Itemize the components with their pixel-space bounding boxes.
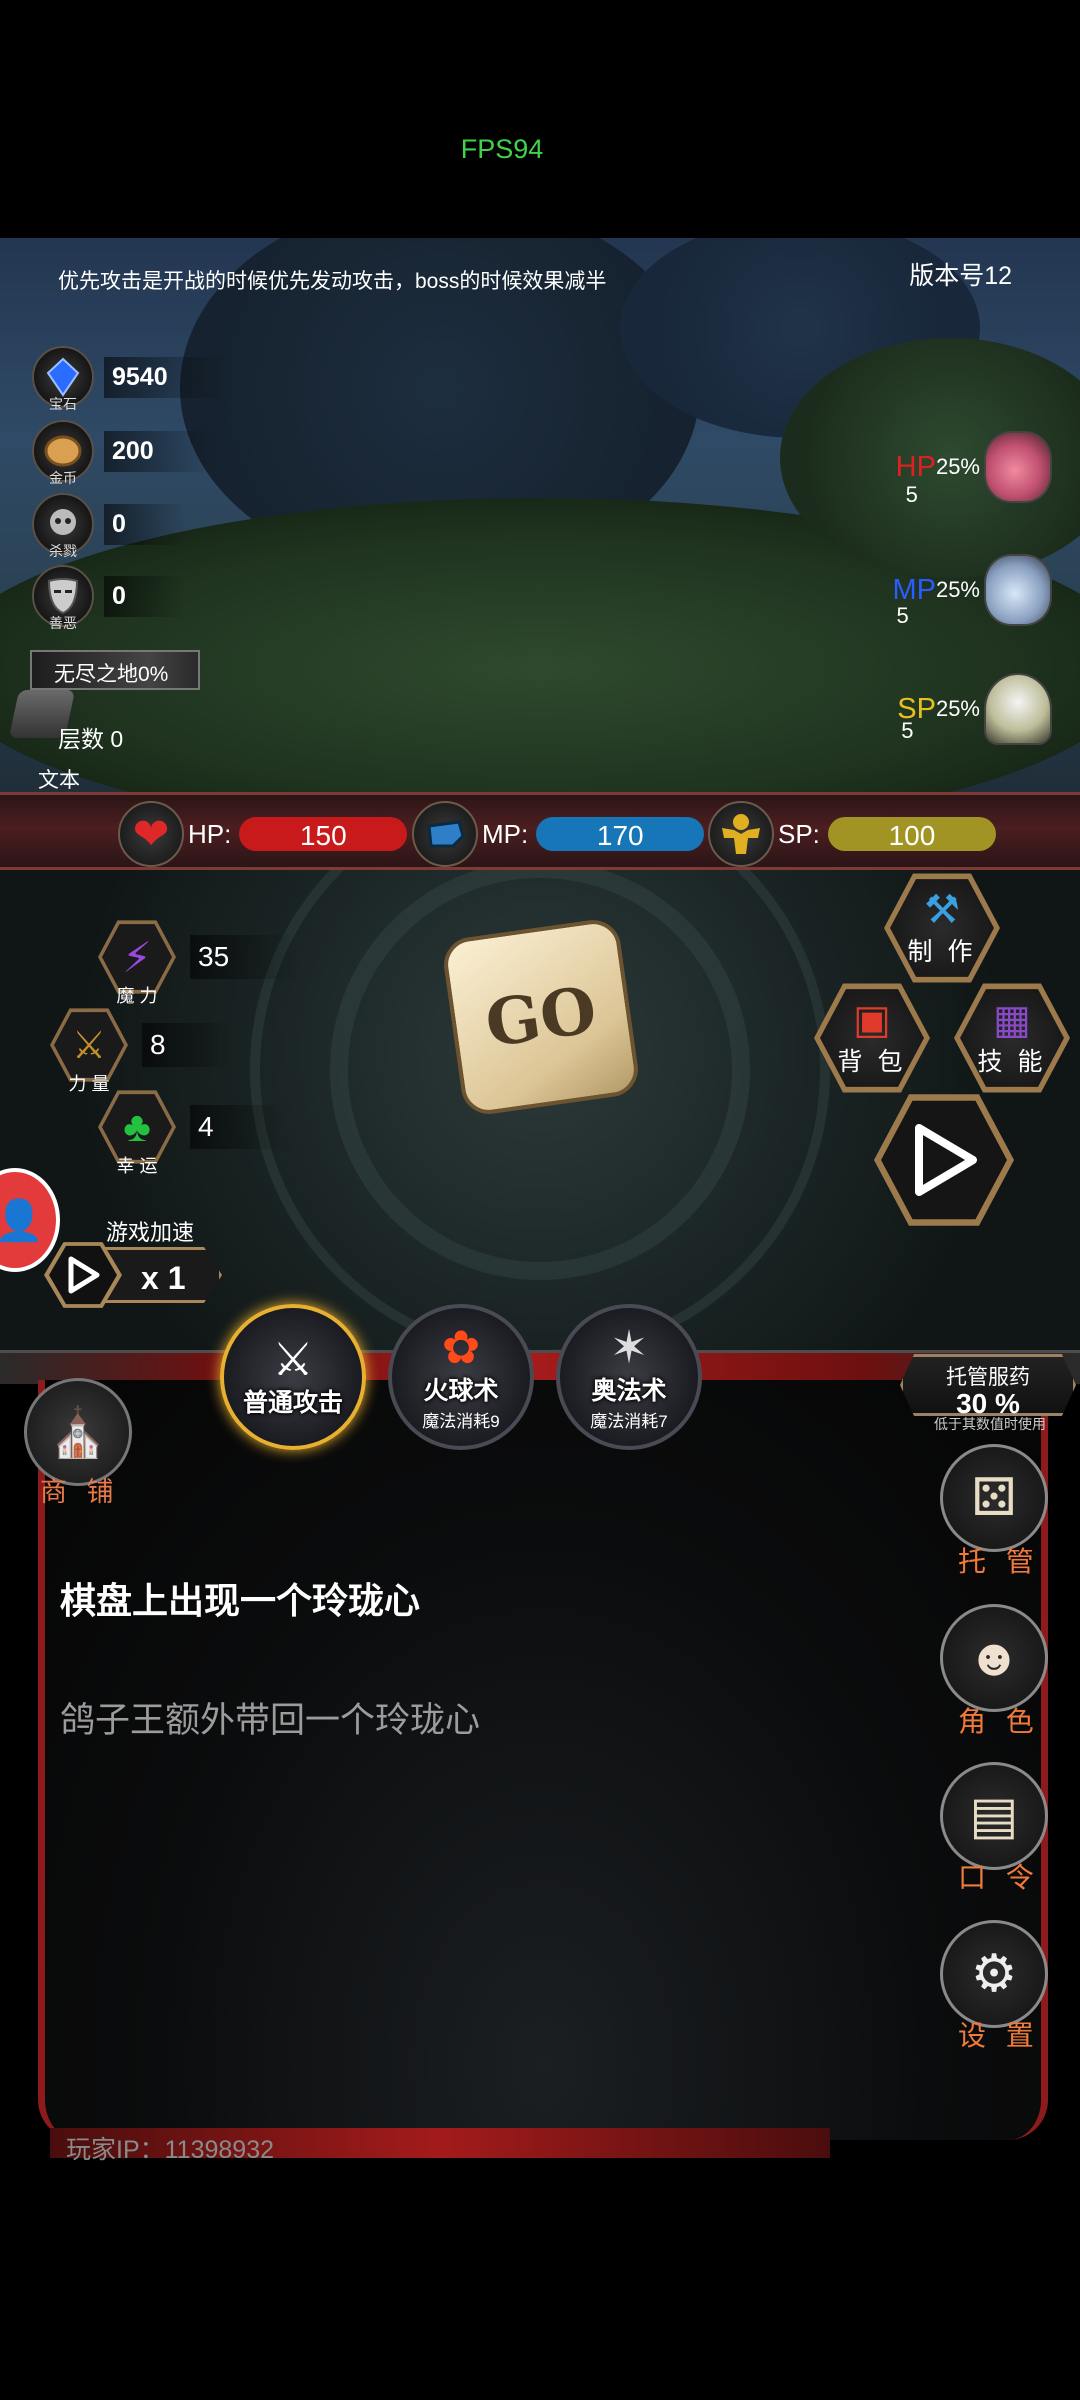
mp-potion-icon: [984, 554, 1052, 626]
mp-label: MP:: [482, 818, 529, 849]
resource-coin: 金币 200: [32, 418, 214, 486]
tip-text: 优先攻击是开战的时候优先发动攻击，boss的时候效果减半: [58, 270, 607, 293]
zone-name: 无尽之地0%: [30, 650, 200, 690]
shop-icon: ⛪: [48, 1406, 108, 1460]
resource-kill: 杀戮 0: [32, 491, 186, 559]
gem-icon: 宝石: [32, 346, 94, 412]
skill-fireball[interactable]: ✿ 火球术 魔法消耗9: [388, 1304, 534, 1450]
coin-count: 200: [104, 430, 214, 472]
hp-value: 150: [239, 817, 408, 851]
auto-med-note: 低于其数值时使用: [934, 1416, 1046, 1432]
sword-icon: ⚔: [272, 1333, 314, 1385]
settings-label: 设 置: [958, 2020, 1040, 2051]
sp-potion-percent: 25%: [935, 696, 980, 721]
magic-label: 魔 力: [116, 986, 158, 1006]
sp-potion-count: 5: [901, 718, 914, 743]
go-dice-button[interactable]: GO: [440, 916, 642, 1118]
play-icon: [915, 1124, 977, 1196]
code-button[interactable]: ▤: [940, 1762, 1048, 1870]
hooded-figure-icon: ☻: [966, 1629, 1022, 1687]
magic-value: 35: [190, 935, 300, 979]
luck-value: 4: [190, 1105, 284, 1149]
player-ip: 玩家IP：11398932: [66, 2136, 274, 2164]
hp-potion[interactable]: HP 25% 5: [896, 422, 1052, 512]
mp-stat: MP: 170: [412, 801, 705, 867]
arcane-icon: ✶: [609, 1320, 649, 1373]
karma-count: 0: [104, 575, 186, 617]
fire-icon: ✿: [441, 1320, 481, 1373]
skill-arcane[interactable]: ✶ 奥法术 魔法消耗7: [556, 1304, 702, 1450]
hp-potion-percent: 25%: [935, 454, 980, 479]
backpack-icon: ▣: [853, 998, 891, 1042]
log-panel: [38, 1380, 1048, 2140]
auto-button[interactable]: ⚄: [940, 1444, 1048, 1552]
code-label: 口 令: [958, 1862, 1040, 1893]
log-line-2: 鸽子王额外带回一个玲珑心: [60, 1701, 481, 1740]
hp-potion-count: 5: [905, 482, 918, 507]
magic-attribute: ⚡ 魔 力 35: [98, 918, 300, 1006]
speed-control[interactable]: x 1: [44, 1240, 234, 1310]
luck-attribute: ♣ 幸 运 4: [98, 1088, 284, 1176]
user-icon: 👤: [0, 1198, 44, 1243]
gear-icon: ⚙: [970, 1945, 1018, 2003]
anvil-icon: ⚒: [924, 888, 960, 932]
resource-karma: 善恶 0: [32, 563, 186, 631]
skull-icon: 杀戮: [32, 493, 94, 559]
heart-icon: ❤: [118, 801, 184, 867]
character-label: 角 色: [958, 1706, 1040, 1737]
settings-button[interactable]: ⚙: [940, 1920, 1048, 2028]
fps-counter: FPS94: [460, 134, 544, 164]
hp-label: HP:: [188, 818, 232, 849]
dice-icon: ⚄: [971, 1469, 1017, 1527]
version-label: 版本号12: [909, 262, 1012, 290]
shop-label: 商 铺: [40, 1477, 120, 1507]
luck-label: 幸 运: [116, 1156, 158, 1176]
skill-normal-attack[interactable]: ⚔ 普通攻击: [220, 1304, 366, 1450]
muscle-icon: [708, 801, 774, 867]
gem-count: 9540: [104, 356, 228, 398]
book-icon: ▦: [993, 998, 1031, 1042]
sp-potion-icon: [984, 673, 1052, 745]
coin-icon: 金币: [32, 420, 94, 486]
sp-potion[interactable]: SP 25% 5: [897, 664, 1052, 754]
play-icon: [68, 1256, 100, 1294]
strength-attribute: ⚔ 力 量 8: [50, 1006, 236, 1094]
layer-count: 层数 0: [58, 726, 124, 752]
auto-med-title: 托管服药: [946, 1366, 1030, 1389]
sp-stat: SP: 100: [708, 801, 996, 867]
hp-stat: ❤ HP: 150: [118, 801, 408, 867]
character-button[interactable]: ☻: [940, 1604, 1048, 1712]
mp-value: 170: [536, 817, 705, 851]
kill-count: 0: [104, 503, 186, 545]
mp-potion-percent: 25%: [935, 577, 980, 602]
text-label: 文本: [38, 769, 80, 792]
mp-icon: [412, 801, 478, 867]
hp-potion-icon: [984, 431, 1052, 503]
mp-potion[interactable]: MP 25% 5: [892, 545, 1052, 635]
mp-potion-count: 5: [896, 603, 909, 628]
stat-bar: ❤ HP: 150 MP: 170 SP: 100: [0, 792, 1080, 870]
strength-value: 8: [142, 1023, 236, 1067]
auto-label: 托 管: [958, 1546, 1040, 1577]
sp-value: 100: [827, 817, 996, 851]
hp-potion-label: HP: [895, 450, 936, 483]
scroll-icon: ▤: [969, 1787, 1019, 1845]
sp-label: SP:: [778, 818, 820, 849]
mask-icon: 善恶: [32, 565, 94, 631]
log-line-1: 棋盘上出现一个玲珑心: [60, 1580, 421, 1621]
resource-gem: 宝石 9540: [32, 344, 228, 412]
mp-potion-label: MP: [892, 573, 936, 606]
auto-med-badge[interactable]: 托管服药 30 %: [900, 1354, 1076, 1416]
